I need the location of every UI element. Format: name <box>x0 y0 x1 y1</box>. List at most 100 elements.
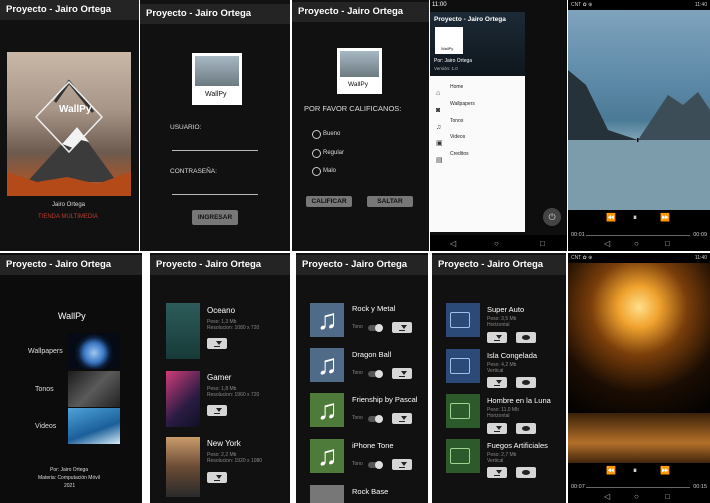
download-button[interactable] <box>392 413 412 424</box>
tone-thumb[interactable]: ♫ <box>310 303 344 337</box>
menu-videos[interactable]: ▣ Videos <box>436 132 465 150</box>
drawer-author: Por: Jairo Ortega <box>434 58 473 64</box>
download-button[interactable] <box>487 377 507 388</box>
app-bar: Proyecto - Jairo Ortega <box>140 4 290 24</box>
option-malo: Malo <box>323 168 337 174</box>
rating-screen: Proyecto - Jairo Ortega WallPy POR FAVOR… <box>292 0 429 251</box>
tone-toggle[interactable] <box>368 324 383 332</box>
password-field[interactable] <box>172 194 258 195</box>
tone-thumb[interactable]: ♫ <box>310 439 344 473</box>
video-thumb[interactable] <box>446 349 480 383</box>
video-camera-icon <box>450 448 470 464</box>
tone-thumb[interactable]: ♫ <box>310 348 344 382</box>
forward-icon[interactable]: ⏩ <box>660 213 670 222</box>
wallpaper-res: Resolucion: 1960 x 720 <box>207 392 260 398</box>
video-name: Super Auto <box>487 305 525 314</box>
splash-subtitle: TIENDA MULTIMEDIA <box>38 214 98 220</box>
tone-thumb[interactable]: ♫ <box>310 393 344 427</box>
section-videos[interactable]: Videos <box>35 423 56 430</box>
rewind-icon[interactable]: ⏪ <box>606 466 616 475</box>
home-screen: Proyecto - Jairo Ortega WallPy Wallpaper… <box>0 253 142 503</box>
tone-toggle-label: Tono <box>352 324 363 330</box>
download-button[interactable] <box>207 472 227 483</box>
tone-toggle[interactable] <box>368 370 383 378</box>
tone-toggle[interactable] <box>368 415 383 423</box>
earth-image[interactable] <box>68 333 120 369</box>
document-icon: ▤ <box>436 157 443 164</box>
rate-button[interactable]: CALIFICAR <box>306 196 352 207</box>
radio-malo[interactable] <box>312 167 321 176</box>
user-field[interactable] <box>172 150 258 151</box>
video-thumb[interactable] <box>446 394 480 428</box>
wallpaper-thumb-ocean[interactable] <box>166 303 200 359</box>
back-icon[interactable]: ◁ <box>604 239 610 248</box>
skip-button[interactable]: SALTAR <box>367 196 413 207</box>
download-button[interactable] <box>392 459 412 470</box>
download-button[interactable] <box>207 405 227 416</box>
guitar-image[interactable] <box>68 371 120 407</box>
wave-image[interactable] <box>68 408 120 444</box>
status-time: 11:00 <box>432 2 447 8</box>
tone-toggle[interactable] <box>368 461 383 469</box>
drawer-version: Versión: 1.0 <box>434 66 458 71</box>
back-icon[interactable]: ◁ <box>604 492 610 501</box>
download-button[interactable] <box>392 322 412 333</box>
home-nav-icon[interactable]: ○ <box>494 239 499 248</box>
status-right: 11:40 <box>694 255 707 261</box>
rewind-icon[interactable]: ⏪ <box>606 213 616 222</box>
menu-home-label: Home <box>450 84 464 90</box>
pause-icon[interactable]: ⏸ <box>633 213 637 223</box>
menu-creditos[interactable]: ▤ Creditos <box>436 149 469 167</box>
menu-wallpapers[interactable]: ◙ Wallpapers <box>436 99 475 117</box>
progress-track[interactable] <box>586 235 690 236</box>
download-button[interactable] <box>487 332 507 343</box>
video-thumb[interactable] <box>446 303 480 337</box>
progress-track[interactable] <box>586 487 690 488</box>
radio-regular[interactable] <box>312 149 321 158</box>
home-nav-icon[interactable]: ○ <box>634 492 639 501</box>
mountain-icon <box>568 70 710 210</box>
tone-name: Rock y Metal <box>352 304 396 313</box>
section-wallpapers[interactable]: Wallpapers <box>28 348 63 355</box>
video-orientation: Horizontal <box>487 413 510 419</box>
radio-bueno[interactable] <box>312 130 321 139</box>
wallpaper-thumb-newyork[interactable] <box>166 437 200 497</box>
recents-icon[interactable]: □ <box>540 239 545 248</box>
menu-home[interactable]: ⌂ Home <box>436 82 463 100</box>
section-tonos[interactable]: Tonos <box>35 386 54 393</box>
tone-name: Frienship by Pascal <box>352 395 418 404</box>
music-note-icon: ♫ <box>317 304 338 335</box>
video-name: Hombre en la Luna <box>487 396 551 405</box>
back-icon[interactable]: ◁ <box>450 239 456 248</box>
download-button[interactable] <box>487 423 507 434</box>
time-end: 00:15 <box>693 484 707 490</box>
view-button[interactable] <box>516 377 536 388</box>
power-fab[interactable]: ⏻ <box>543 208 561 226</box>
wallpapers-screen: Proyecto - Jairo Ortega Oceano Peso: 1,3… <box>150 253 290 503</box>
drawer-logo: WallPy <box>435 27 463 54</box>
wallpaper-thumb-gamer[interactable] <box>166 371 200 427</box>
forward-icon[interactable]: ⏩ <box>660 466 670 475</box>
view-button[interactable] <box>516 467 536 478</box>
app-bar: Proyecto - Jairo Ortega <box>0 255 142 275</box>
view-button[interactable] <box>516 423 536 434</box>
tone-name: Rock Base <box>352 487 389 496</box>
videos-screen: Proyecto - Jairo Ortega Super Auto Peso:… <box>432 253 566 503</box>
mountain-cover-image: WallPy <box>7 52 131 196</box>
app-bar: Proyecto - Jairo Ortega <box>150 255 290 275</box>
tone-thumb[interactable] <box>310 485 344 503</box>
video-thumb[interactable] <box>446 439 480 473</box>
pause-icon[interactable]: ⏸ <box>633 466 637 476</box>
recents-icon[interactable]: □ <box>665 239 670 248</box>
download-button[interactable] <box>392 368 412 379</box>
drawer-screen: 11:00 WallPy Por: Jairo Ortega Versión: … <box>430 0 567 251</box>
download-button[interactable] <box>487 467 507 478</box>
login-button[interactable]: INGRESAR <box>192 210 238 225</box>
home-icon: ⌂ <box>436 90 441 97</box>
home-nav-icon[interactable]: ○ <box>634 239 639 248</box>
recents-icon[interactable]: □ <box>665 492 670 501</box>
download-button[interactable] <box>207 338 227 349</box>
video-camera-icon <box>450 312 470 328</box>
menu-tonos-label: Tonos <box>450 118 464 124</box>
view-button[interactable] <box>516 332 536 343</box>
